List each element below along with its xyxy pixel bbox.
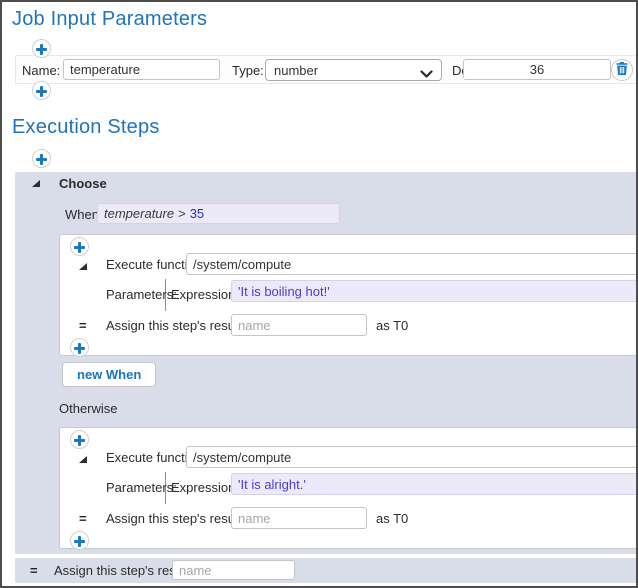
new-when-button[interactable]: new When — [62, 362, 156, 387]
expression-label: Expression: — [171, 480, 239, 495]
assign-equals-sign: = — [79, 318, 87, 333]
when-variable: temperature — [104, 206, 174, 221]
job-input-parameters-title: Job Input Parameters — [12, 8, 207, 31]
add-substep-button[interactable] — [70, 237, 89, 256]
chevron-down-icon — [420, 67, 433, 82]
parameters-label: Parameters: — [106, 480, 177, 495]
otherwise-label: Otherwise — [59, 401, 118, 416]
step-result-row: = Assign this step's result to — [15, 558, 636, 583]
function-path-input[interactable] — [186, 446, 636, 468]
type-label: Type: — [232, 63, 264, 78]
assign-equals-sign: = — [79, 511, 87, 526]
when-operator: > — [178, 206, 186, 221]
type-selected-value: number — [274, 63, 318, 78]
parameter-name-input[interactable] — [63, 59, 220, 80]
choose-step-block: Choose When temperature > 35 Execute fun… — [15, 172, 636, 554]
name-label: Name: — [22, 63, 60, 78]
trash-icon — [616, 62, 628, 78]
result-name-input[interactable] — [172, 560, 295, 580]
add-parameter-button-bottom[interactable] — [32, 81, 51, 100]
parameters-label: Parameters: — [106, 287, 177, 302]
expression-label: Expression: — [171, 287, 239, 302]
when-value: 35 — [190, 206, 204, 221]
add-step-button[interactable] — [32, 149, 51, 168]
result-type-label: as T0 — [376, 511, 408, 526]
expression-value: 'It is alright.' — [238, 477, 306, 492]
add-parameter-button-top[interactable] — [32, 39, 51, 58]
expression-value: 'It is boiling hot!' — [238, 284, 330, 299]
parameter-row: Name: Type: number Default: — [15, 55, 636, 84]
collapse-function-icon[interactable] — [79, 263, 87, 270]
parameter-default-input[interactable] — [463, 59, 611, 80]
collapse-function-icon[interactable] — [79, 456, 87, 463]
when-branch-panel: Execute function Parameters: Expression:… — [59, 234, 636, 356]
parameter-type-select[interactable]: number — [265, 59, 442, 81]
when-condition-input[interactable]: temperature > 35 — [97, 203, 340, 224]
otherwise-branch-panel: Execute function Parameters: Expression:… — [59, 427, 636, 549]
delete-parameter-button[interactable] — [611, 59, 633, 81]
result-name-input[interactable] — [231, 507, 367, 529]
collapse-choose-icon[interactable] — [32, 180, 40, 187]
job-configuration-page: Job Input Parameters Name: Type: number … — [0, 0, 638, 588]
when-label: When — [65, 207, 99, 222]
function-path-input[interactable] — [186, 253, 636, 275]
add-substep-button[interactable] — [70, 430, 89, 449]
execution-steps-title: Execution Steps — [12, 116, 160, 139]
result-name-input[interactable] — [231, 314, 367, 336]
choose-step-label: Choose — [59, 176, 107, 191]
expression-input[interactable]: 'It is alright.' — [231, 473, 636, 495]
add-substep-button[interactable] — [70, 531, 89, 550]
assign-equals-sign: = — [30, 563, 38, 578]
add-substep-button[interactable] — [70, 338, 89, 357]
result-type-label: as T0 — [376, 318, 408, 333]
expression-input[interactable]: 'It is boiling hot!' — [231, 280, 636, 302]
